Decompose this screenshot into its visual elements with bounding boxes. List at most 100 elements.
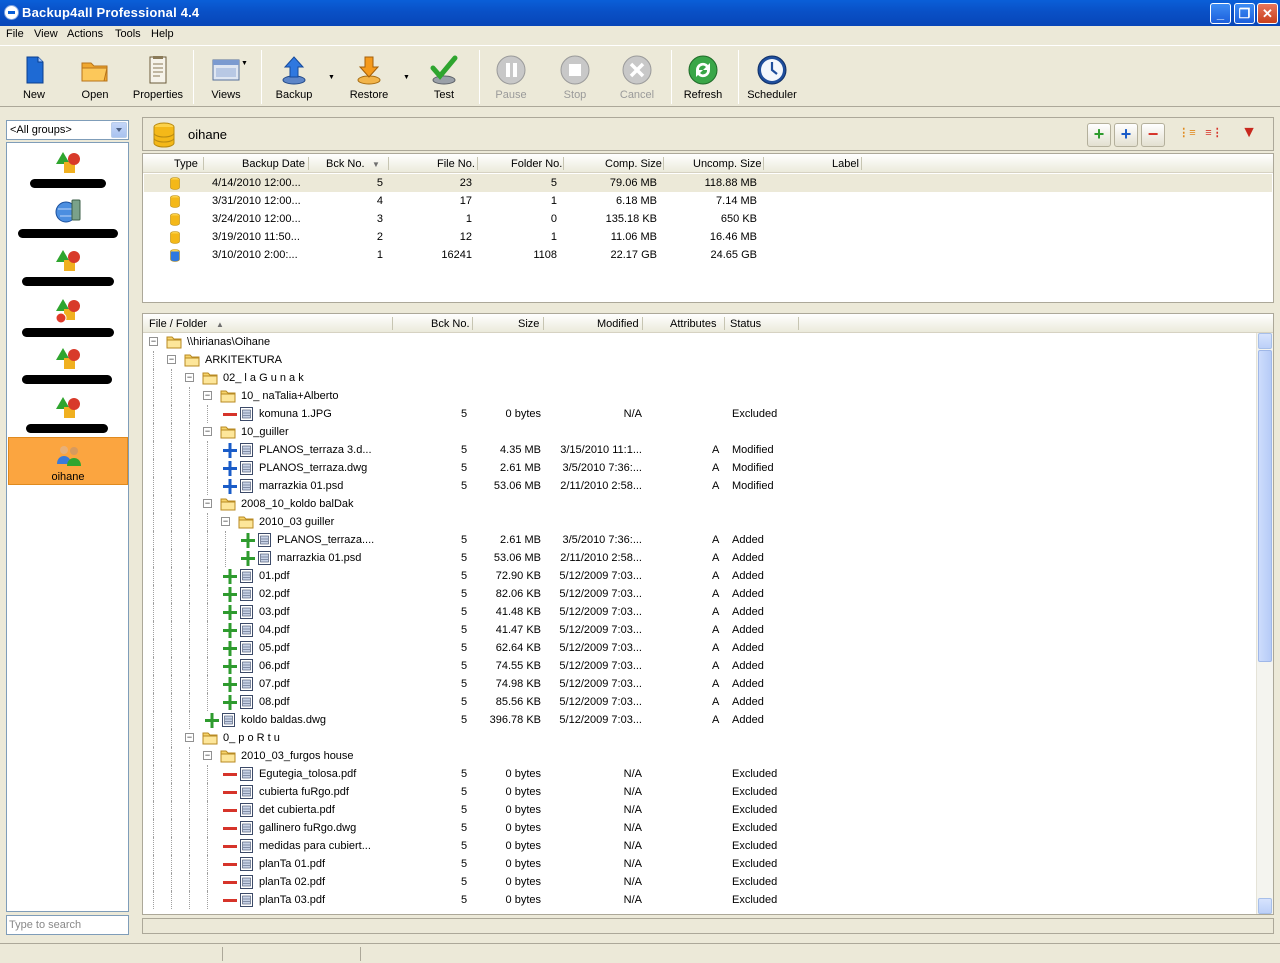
- tree-file-row[interactable]: 08.pdf 5 85.56 KB 5/12/2009 7:03... A Added: [143, 693, 1255, 711]
- expand-toggle-icon[interactable]: −: [149, 337, 158, 346]
- col-files-bck-no[interactable]: Bck No.: [431, 318, 470, 330]
- col-size[interactable]: Size: [518, 318, 539, 330]
- test-button[interactable]: Test: [420, 52, 468, 104]
- col-backup-date[interactable]: Backup Date: [242, 158, 305, 170]
- restore-dropdown-arrow-icon[interactable]: ▼: [403, 74, 410, 81]
- job-item[interactable]: [8, 145, 128, 193]
- tree-file-row[interactable]: planTa 01.pdf 5 0 bytes N/A Excluded: [143, 855, 1255, 873]
- col-attributes[interactable]: Attributes: [670, 318, 716, 330]
- backup-row[interactable]: 3/31/2010 12:00... 4 17 1 6.18 MB 7.14 MB: [144, 192, 1272, 210]
- expand-toggle-icon[interactable]: −: [185, 373, 194, 382]
- tree-folder-row[interactable]: − 2008_10_koldo balDak: [143, 495, 1255, 513]
- tree-file-row[interactable]: det cubierta.pdf 5 0 bytes N/A Excluded: [143, 801, 1255, 819]
- menu-help[interactable]: Help: [151, 28, 174, 40]
- files-vertical-scrollbar[interactable]: [1256, 333, 1273, 914]
- backup-button[interactable]: Backup: [269, 52, 319, 104]
- tree-file-row[interactable]: 02.pdf 5 82.06 KB 5/12/2009 7:03... A Added: [143, 585, 1255, 603]
- backup-row[interactable]: 3/10/2010 2:00:... 1 16241 1108 22.17 GB 24.6…: [144, 246, 1272, 264]
- tree-file-row[interactable]: PLANOS_terraza.dwg 5 2.61 MB 3/5/2010 7:36:…: [143, 459, 1255, 477]
- restore-button[interactable]: Restore: [344, 52, 394, 104]
- expand-toggle-icon[interactable]: −: [203, 751, 212, 760]
- tree-file-row[interactable]: koldo baldas.dwg 5 396.78 KB 5/12/2009 7:03…: [143, 711, 1255, 729]
- views-dropdown-arrow-icon[interactable]: ▼: [241, 60, 248, 67]
- expand-all-icon[interactable]: ⋮≡: [1175, 123, 1199, 147]
- scrollbar-thumb[interactable]: [1258, 350, 1272, 662]
- menu-file[interactable]: File: [6, 28, 24, 40]
- tree-folder-row[interactable]: − 10_guiller: [143, 423, 1255, 441]
- add-folder-button[interactable]: +: [1114, 123, 1138, 147]
- scroll-up-icon[interactable]: [1258, 333, 1272, 349]
- tree-file-row[interactable]: 06.pdf 5 74.55 KB 5/12/2009 7:03... A Added: [143, 657, 1255, 675]
- pause-button[interactable]: Pause: [487, 52, 535, 104]
- filter-icon[interactable]: ▼: [1237, 123, 1261, 147]
- col-bck-no[interactable]: Bck No.: [326, 158, 365, 170]
- dropdown-arrow-icon[interactable]: [111, 122, 127, 138]
- job-item-oihane[interactable]: oihane: [8, 437, 128, 485]
- tree-folder-row[interactable]: − 02_ l a G u n a k: [143, 369, 1255, 387]
- tree-file-row[interactable]: cubierta fuRgo.pdf 5 0 bytes N/A Excluded: [143, 783, 1255, 801]
- expand-toggle-icon[interactable]: −: [203, 499, 212, 508]
- tree-file-row[interactable]: 03.pdf 5 41.48 KB 5/12/2009 7:03... A Added: [143, 603, 1255, 621]
- maximize-button[interactable]: ❐: [1234, 3, 1255, 24]
- col-folder-no[interactable]: Folder No.: [511, 158, 562, 170]
- expand-toggle-icon[interactable]: −: [221, 517, 230, 526]
- tree-file-row[interactable]: marrazkia 01.psd 5 53.06 MB 2/11/2010 2:58.…: [143, 549, 1255, 567]
- tree-file-row[interactable]: 05.pdf 5 62.64 KB 5/12/2009 7:03... A Added: [143, 639, 1255, 657]
- tree-file-row[interactable]: planTa 03.pdf 5 0 bytes N/A Excluded: [143, 891, 1255, 909]
- menu-view[interactable]: View: [34, 28, 58, 40]
- expand-toggle-icon[interactable]: −: [203, 427, 212, 436]
- job-item[interactable]: [8, 390, 128, 438]
- expand-toggle-icon[interactable]: −: [203, 391, 212, 400]
- tree-file-row[interactable]: PLANOS_terraza.... 5 2.61 MB 3/5/2010 7:36:…: [143, 531, 1255, 549]
- expand-toggle-icon[interactable]: −: [185, 733, 194, 742]
- tree-file-row[interactable]: 07.pdf 5 74.98 KB 5/12/2009 7:03... A Added: [143, 675, 1255, 693]
- refresh-button[interactable]: Refresh: [679, 52, 727, 104]
- remove-button[interactable]: −: [1141, 123, 1165, 147]
- close-button[interactable]: ✕: [1257, 3, 1278, 24]
- job-item[interactable]: [8, 193, 128, 241]
- tree-folder-row[interactable]: − ARKITEKTURA: [143, 351, 1255, 369]
- minimize-button[interactable]: _: [1210, 3, 1231, 24]
- col-uncomp-size[interactable]: Uncomp. Size: [693, 158, 761, 170]
- tree-folder-row[interactable]: − 10_ naTalia+Alberto: [143, 387, 1255, 405]
- col-label[interactable]: Label: [832, 158, 859, 170]
- tree-file-row[interactable]: Egutegia_tolosa.pdf 5 0 bytes N/A Excluded: [143, 765, 1255, 783]
- job-item[interactable]: [8, 341, 128, 389]
- menu-actions[interactable]: Actions: [67, 28, 103, 40]
- tree-file-row[interactable]: gallinero fuRgo.dwg 5 0 bytes N/A Excluded: [143, 819, 1255, 837]
- backup-row[interactable]: 4/14/2010 12:00... 5 23 5 79.06 MB 118.88 MB: [144, 174, 1272, 192]
- add-files-button[interactable]: +: [1087, 123, 1111, 147]
- app-icon[interactable]: [4, 5, 19, 20]
- tree-folder-row[interactable]: − 2010_03_furgos house: [143, 747, 1255, 765]
- col-comp-size[interactable]: Comp. Size: [605, 158, 662, 170]
- scroll-down-icon[interactable]: [1258, 898, 1272, 914]
- tree-folder-row[interactable]: − 2010_03 guiller: [143, 513, 1255, 531]
- job-item[interactable]: [8, 243, 128, 291]
- groups-dropdown[interactable]: <All groups>: [6, 120, 129, 140]
- backup-row[interactable]: 3/19/2010 11:50... 2 12 1 11.06 MB 16.46 MB: [144, 228, 1272, 246]
- properties-button[interactable]: Properties: [130, 52, 186, 104]
- scheduler-button[interactable]: Scheduler: [746, 52, 798, 104]
- tree-file-row[interactable]: marrazkia 01.psd 5 53.06 MB 2/11/2010 2:58.…: [143, 477, 1255, 495]
- tree-file-row[interactable]: planTa 02.pdf 5 0 bytes N/A Excluded: [143, 873, 1255, 891]
- col-status[interactable]: Status: [730, 318, 761, 330]
- backup-row[interactable]: 3/24/2010 12:00... 3 1 0 135.18 KB 650 KB: [144, 210, 1272, 228]
- col-type[interactable]: Type: [174, 158, 198, 170]
- tree-folder-row[interactable]: − \\hirianas\Oihane: [143, 333, 1255, 351]
- menu-tools[interactable]: Tools: [115, 28, 141, 40]
- job-search-input[interactable]: Type to search: [6, 915, 129, 935]
- tree-file-row[interactable]: 01.pdf 5 72.90 KB 5/12/2009 7:03... A Added: [143, 567, 1255, 585]
- col-file-no[interactable]: File No.: [437, 158, 475, 170]
- tree-file-row[interactable]: 04.pdf 5 41.47 KB 5/12/2009 7:03... A Added: [143, 621, 1255, 639]
- tree-file-row[interactable]: PLANOS_terraza 3.d... 5 4.35 MB 3/15/2010 1…: [143, 441, 1255, 459]
- expand-toggle-icon[interactable]: −: [167, 355, 176, 364]
- stop-button[interactable]: Stop: [551, 52, 599, 104]
- tree-folder-row[interactable]: − 0_ p o R t u: [143, 729, 1255, 747]
- collapse-all-icon[interactable]: ≡⋮: [1202, 123, 1226, 147]
- job-item[interactable]: [8, 292, 128, 340]
- new-button[interactable]: New: [10, 52, 58, 104]
- col-file-folder[interactable]: File / Folder: [149, 318, 207, 330]
- tree-file-row[interactable]: komuna 1.JPG 5 0 bytes N/A Excluded: [143, 405, 1255, 423]
- tree-file-row[interactable]: medidas para cubiert... 5 0 bytes N/A Exclud…: [143, 837, 1255, 855]
- col-modified[interactable]: Modified: [597, 318, 639, 330]
